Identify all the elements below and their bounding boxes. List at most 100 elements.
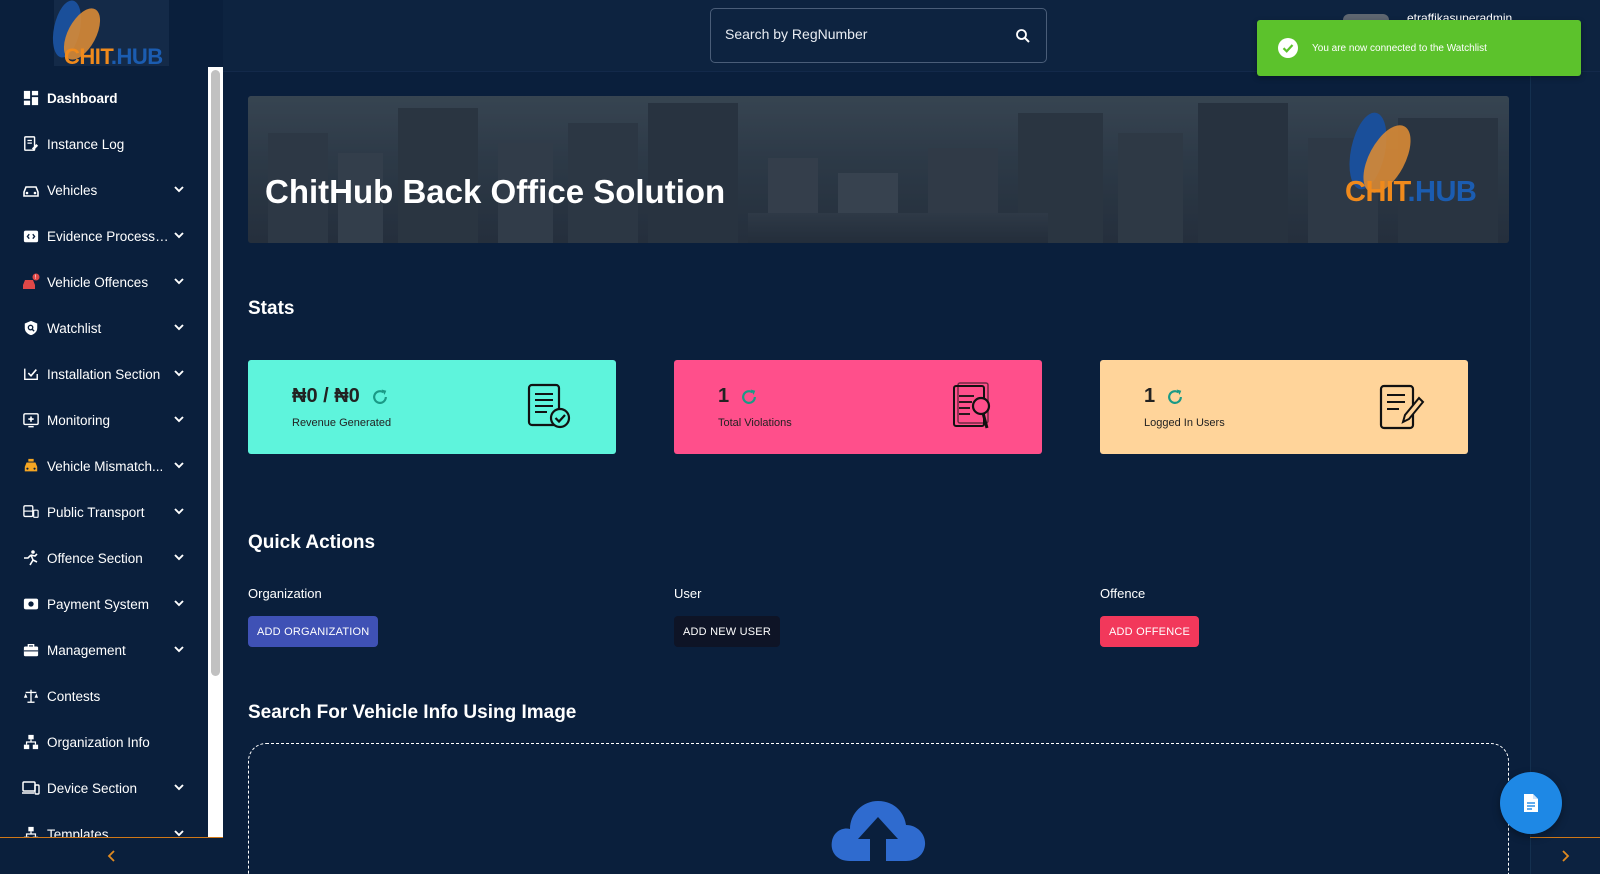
stat-card-logged-in-users: 1 Logged In Users xyxy=(1100,360,1468,454)
chevron-down-icon[interactable] xyxy=(172,596,186,610)
sidebar-item-label: Evidence Processi... xyxy=(47,228,169,244)
sidebar-item-label: Public Transport xyxy=(47,504,145,520)
install-icon xyxy=(22,365,40,383)
sidebar-item-label: Contests xyxy=(47,688,101,704)
sidebar-item-payment-system[interactable]: Payment System xyxy=(0,581,208,627)
sidebar-item-instance-log[interactable]: Instance Log xyxy=(0,121,208,167)
qa-label-offence: Offence xyxy=(1100,586,1146,601)
add-new-user-button[interactable]: ADD NEW USER xyxy=(674,616,780,647)
check-circle-icon xyxy=(1278,38,1298,58)
search-input[interactable] xyxy=(725,26,995,42)
sidebar-item-templates[interactable]: Templates xyxy=(0,811,208,837)
sidebar-item-label: Dashboard xyxy=(47,90,118,106)
dashboard-icon xyxy=(22,89,40,107)
stat-value-text: ₦0 / ₦0 xyxy=(292,385,360,407)
add-organization-button[interactable]: ADD ORGANIZATION xyxy=(248,616,379,647)
sidebar-item-label: Templates xyxy=(47,826,109,838)
chevron-down-icon[interactable] xyxy=(172,642,186,656)
report-fab-button[interactable] xyxy=(1500,772,1562,834)
sidebar-item-label: Organization Info xyxy=(47,734,150,750)
chevron-down-icon[interactable] xyxy=(172,550,186,564)
running-icon xyxy=(22,549,40,567)
sidebar-item-label: Management xyxy=(47,642,126,658)
sidebar-item-management[interactable]: Management xyxy=(0,627,208,673)
document-edit-icon xyxy=(1379,384,1425,430)
document-icon xyxy=(1524,794,1538,812)
chevron-down-icon[interactable] xyxy=(172,780,186,794)
bus-icon xyxy=(22,503,40,521)
refresh-icon[interactable] xyxy=(1165,387,1185,407)
search-box[interactable] xyxy=(710,8,1047,63)
scale-icon xyxy=(22,687,40,705)
sidebar-item-label: Vehicles xyxy=(47,182,98,198)
sidebar-item-label: Instance Log xyxy=(47,136,125,152)
sidebar-item-label: Installation Section xyxy=(47,366,161,382)
qa-label-organization: Organization xyxy=(248,586,322,601)
chevron-down-icon[interactable] xyxy=(172,228,186,242)
briefcase-icon xyxy=(22,641,40,659)
chevron-down-icon[interactable] xyxy=(172,274,186,288)
sidebar-item-offence-section[interactable]: Offence Section xyxy=(0,535,208,581)
search-icon[interactable] xyxy=(1014,27,1032,45)
chevron-down-icon[interactable] xyxy=(172,458,186,472)
stat-value-text: 1 xyxy=(1144,385,1156,407)
sidebar-item-monitoring[interactable]: Monitoring xyxy=(0,397,208,443)
document-check-icon xyxy=(527,383,571,429)
right-panel-toggle[interactable] xyxy=(1530,837,1600,874)
payment-icon xyxy=(22,595,40,613)
chevron-down-icon[interactable] xyxy=(172,182,186,196)
page-title: ChitHub Back Office Solution xyxy=(265,173,726,210)
sidebar-item-device-section[interactable]: Device Section xyxy=(0,765,208,811)
sidebar-item-label: Watchlist xyxy=(47,320,102,336)
image-search-title: Search For Vehicle Info Using Image xyxy=(248,702,577,723)
cloud-upload-icon[interactable] xyxy=(828,795,928,865)
sidebar-item-organization-info[interactable]: Organization Info xyxy=(0,719,208,765)
chevron-right-icon[interactable] xyxy=(1559,850,1571,862)
monitor-icon xyxy=(22,411,40,429)
sidebar-item-public-transport[interactable]: Public Transport xyxy=(0,489,208,535)
chevron-down-icon[interactable] xyxy=(172,412,186,426)
sidebar-item-vehicle-offences[interactable]: ! Vehicle Offences xyxy=(0,259,208,305)
evidence-icon xyxy=(22,227,40,245)
taxi-icon xyxy=(22,457,40,475)
sidebar-item-label: Payment System xyxy=(47,596,150,612)
stat-value-text: 1 xyxy=(718,385,730,407)
right-panel xyxy=(1530,72,1600,874)
sidebar-item-installation-section[interactable]: Installation Section xyxy=(0,351,208,397)
sidebar-item-vehicles[interactable]: Vehicles xyxy=(0,167,208,213)
sidebar-collapse-bar[interactable] xyxy=(0,837,223,874)
refresh-icon[interactable] xyxy=(739,387,759,407)
chevron-down-icon[interactable] xyxy=(172,320,186,334)
add-offence-button[interactable]: ADD OFFENCE xyxy=(1100,616,1200,647)
quick-actions-title: Quick Actions xyxy=(248,532,376,553)
stat-label: Revenue Generated xyxy=(292,417,392,429)
stat-value: 1 xyxy=(718,385,759,408)
toast-notification[interactable]: You are now connected to the Watchlist xyxy=(1257,20,1581,76)
sidebar-menu: Dashboard Instance Log Vehicles Evidence Pr… xyxy=(0,67,208,837)
sidebar-item-dashboard[interactable]: Dashboard xyxy=(0,75,208,121)
app-logo[interactable]: CHIT.HUB xyxy=(48,0,169,69)
stat-label: Total Violations xyxy=(718,417,792,429)
template-icon xyxy=(22,825,40,837)
sidebar-item-watchlist[interactable]: Watchlist xyxy=(0,305,208,351)
sidebar-item-vehicle-mismatch[interactable]: Vehicle Mismatch... xyxy=(0,443,208,489)
hero-banner: ChitHub Back Office Solution CHIT.HUB xyxy=(248,96,1509,243)
car-offence-icon: ! xyxy=(22,273,40,291)
sidebar-item-evidence-processi[interactable]: Evidence Processi... xyxy=(0,213,208,259)
refresh-icon[interactable] xyxy=(370,387,390,407)
sidebar-item-label: Monitoring xyxy=(47,412,111,428)
sidebar-item-label: Vehicle Offences xyxy=(47,274,149,290)
log-icon xyxy=(22,135,40,153)
sidebar-item-label: Offence Section xyxy=(47,550,143,566)
sidebar-scroll-thumb[interactable] xyxy=(211,70,220,676)
stat-card-revenue: ₦0 / ₦0 Revenue Generated xyxy=(248,360,616,454)
chevron-down-icon[interactable] xyxy=(172,366,186,380)
stats-title: Stats xyxy=(248,298,295,319)
chevron-down-icon[interactable] xyxy=(172,826,186,837)
chevron-left-icon[interactable] xyxy=(106,850,118,862)
chevron-down-icon[interactable] xyxy=(172,504,186,518)
sidebar-item-label: Vehicle Mismatch... xyxy=(47,458,164,474)
org-icon xyxy=(22,733,40,751)
sidebar-item-contests[interactable]: Contests xyxy=(0,673,208,719)
banner-overlay xyxy=(248,96,1509,243)
